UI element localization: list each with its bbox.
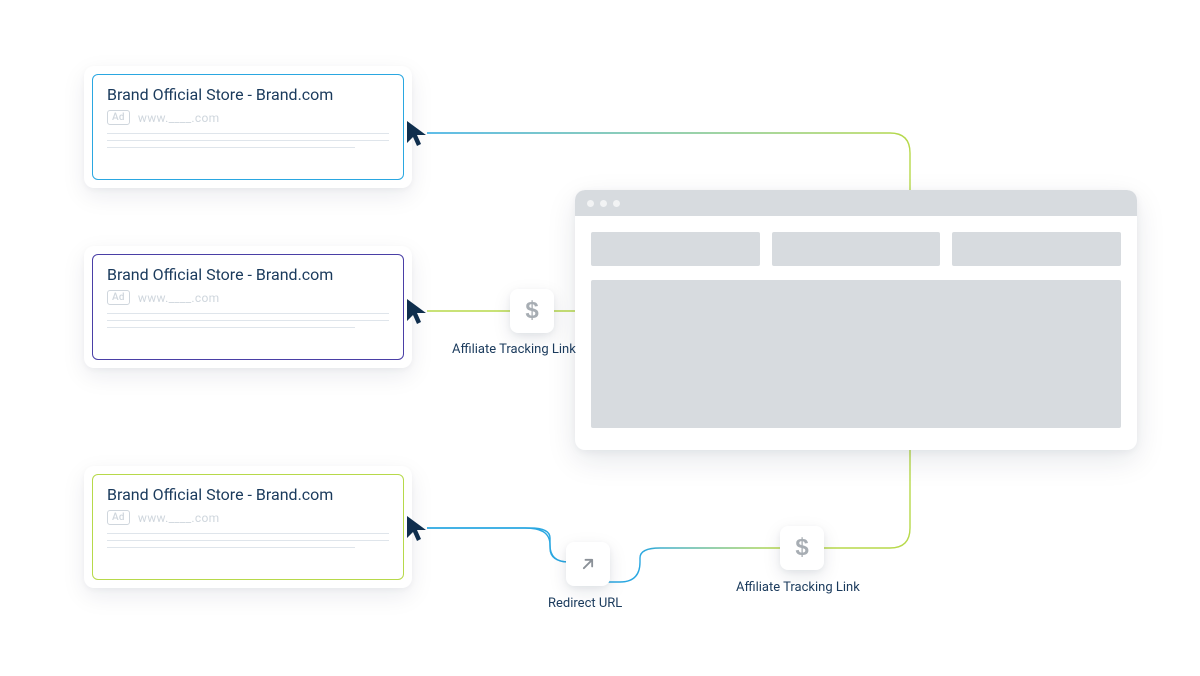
ad-subrow: Ad www.____.com — [107, 510, 389, 525]
redirect-url-label: Redirect URL — [548, 596, 622, 611]
ad-url: www.____.com — [138, 291, 220, 305]
affiliate-link-icon-box-2: $ — [780, 526, 824, 570]
browser-window — [575, 190, 1137, 450]
browser-hero-block — [591, 280, 1121, 428]
redirect-url-icon-box — [566, 542, 610, 586]
diagram-canvas: Brand Official Store - Brand.com Ad www.… — [0, 0, 1200, 676]
ad-title: Brand Official Store - Brand.com — [107, 485, 389, 504]
ad-card-3-inner: Brand Official Store - Brand.com Ad www.… — [92, 474, 404, 580]
ad-card-1: Brand Official Store - Brand.com Ad www.… — [84, 66, 412, 188]
ad-card-2-inner: Brand Official Store - Brand.com Ad www.… — [92, 254, 404, 360]
window-dot-icon — [600, 200, 607, 207]
ad-placeholder-lines — [107, 533, 389, 548]
ad-subrow: Ad www.____.com — [107, 110, 389, 125]
ad-title: Brand Official Store - Brand.com — [107, 85, 389, 104]
redirect-arrow-icon — [578, 554, 598, 574]
ad-card-2: Brand Official Store - Brand.com Ad www.… — [84, 246, 412, 368]
ad-card-3: Brand Official Store - Brand.com Ad www.… — [84, 466, 412, 588]
cursor-icon — [404, 513, 436, 545]
browser-body — [575, 216, 1137, 444]
ad-badge: Ad — [107, 110, 130, 125]
affiliate-link-label-1: Affiliate Tracking Link — [452, 342, 576, 357]
dollar-icon: $ — [795, 534, 808, 562]
browser-titlebar — [575, 190, 1137, 216]
ad-card-1-inner: Brand Official Store - Brand.com Ad www.… — [92, 74, 404, 180]
affiliate-link-label-2: Affiliate Tracking Link — [736, 580, 860, 595]
browser-nav-row — [591, 232, 1121, 266]
ad-url: www.____.com — [138, 111, 220, 125]
cursor-icon — [404, 296, 436, 328]
window-dot-icon — [613, 200, 620, 207]
browser-nav-block — [952, 232, 1121, 266]
browser-nav-block — [772, 232, 941, 266]
dollar-icon: $ — [525, 297, 538, 325]
ad-placeholder-lines — [107, 133, 389, 148]
ad-badge: Ad — [107, 290, 130, 305]
window-dot-icon — [587, 200, 594, 207]
ad-placeholder-lines — [107, 313, 389, 328]
ad-badge: Ad — [107, 510, 130, 525]
ad-url: www.____.com — [138, 511, 220, 525]
ad-title: Brand Official Store - Brand.com — [107, 265, 389, 284]
browser-nav-block — [591, 232, 760, 266]
cursor-icon — [404, 118, 436, 150]
ad-subrow: Ad www.____.com — [107, 290, 389, 305]
affiliate-link-icon-box-1: $ — [510, 289, 554, 333]
